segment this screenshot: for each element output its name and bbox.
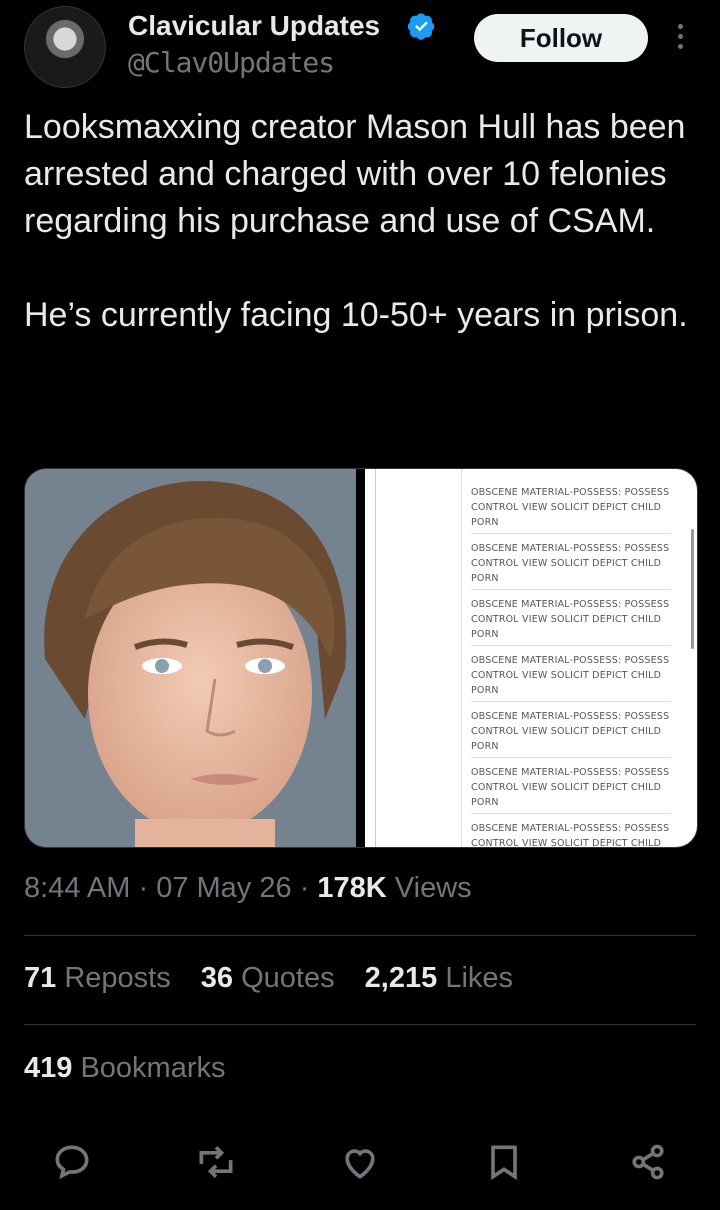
mugshot-photo[interactable] (25, 469, 356, 847)
meta-separator: · (299, 872, 310, 904)
author-handle[interactable]: @Clav0Updates (128, 46, 335, 79)
charge-item: OBSCENE MATERIAL-POSSESS: POSSESS CONTRO… (471, 541, 671, 590)
views-count[interactable]: 178K (317, 872, 386, 904)
reposts-stat[interactable]: 71 Reposts (24, 962, 171, 994)
tweet-date: 07 May 26 (156, 872, 292, 904)
charge-item: OBSCENE MATERIAL-POSSESS: POSSESS CONTRO… (471, 653, 671, 702)
meta-separator: · (138, 872, 149, 904)
like-icon[interactable] (338, 1140, 382, 1184)
quotes-stat[interactable]: 36 Quotes (201, 962, 335, 994)
follow-button[interactable]: Follow (474, 14, 648, 62)
charge-item: OBSCENE MATERIAL-POSSESS: POSSESS CONTRO… (471, 597, 671, 646)
tweet-text: Looksmaxxing creator Mason Hull has been… (24, 108, 688, 334)
author-name[interactable]: Clavicular Updates (128, 10, 380, 42)
charge-item: OBSCENE MATERIAL-POSSESS: POSSESS CONTRO… (471, 485, 671, 534)
charges-list: OBSCENE MATERIAL-POSSESS: POSSESS CONTRO… (471, 485, 671, 847)
views-label: Views (394, 872, 472, 904)
engagement-stats: 71 Reposts 36 Quotes 2,215 Likes (24, 962, 535, 995)
avatar[interactable] (24, 6, 106, 88)
likes-stat[interactable]: 2,215 Likes (365, 962, 513, 994)
tweet-time: 8:44 AM (24, 872, 131, 904)
bookmark-icon[interactable] (482, 1140, 526, 1184)
charge-item: OBSCENE MATERIAL-POSSESS: POSSESS CONTRO… (471, 821, 671, 847)
divider (24, 1024, 696, 1025)
bookmarks-stat[interactable]: 419 Bookmarks (24, 1052, 226, 1085)
charge-item: OBSCENE MATERIAL-POSSESS: POSSESS CONTRO… (471, 709, 671, 758)
document-scrollbar (691, 529, 694, 649)
repost-icon[interactable] (194, 1140, 238, 1184)
more-options-icon[interactable] (670, 24, 690, 54)
charges-document[interactable]: OBSCENE MATERIAL-POSSESS: POSSESS CONTRO… (365, 469, 697, 847)
share-icon[interactable] (626, 1140, 670, 1184)
divider (24, 935, 696, 936)
verified-badge-icon (407, 12, 436, 40)
media-grid[interactable]: OBSCENE MATERIAL-POSSESS: POSSESS CONTRO… (24, 468, 698, 848)
reply-icon[interactable] (50, 1140, 94, 1184)
charge-item: OBSCENE MATERIAL-POSSESS: POSSESS CONTRO… (471, 765, 671, 814)
tweet-meta: 8:44 AM · 07 May 26 · 178K Views (24, 872, 472, 905)
